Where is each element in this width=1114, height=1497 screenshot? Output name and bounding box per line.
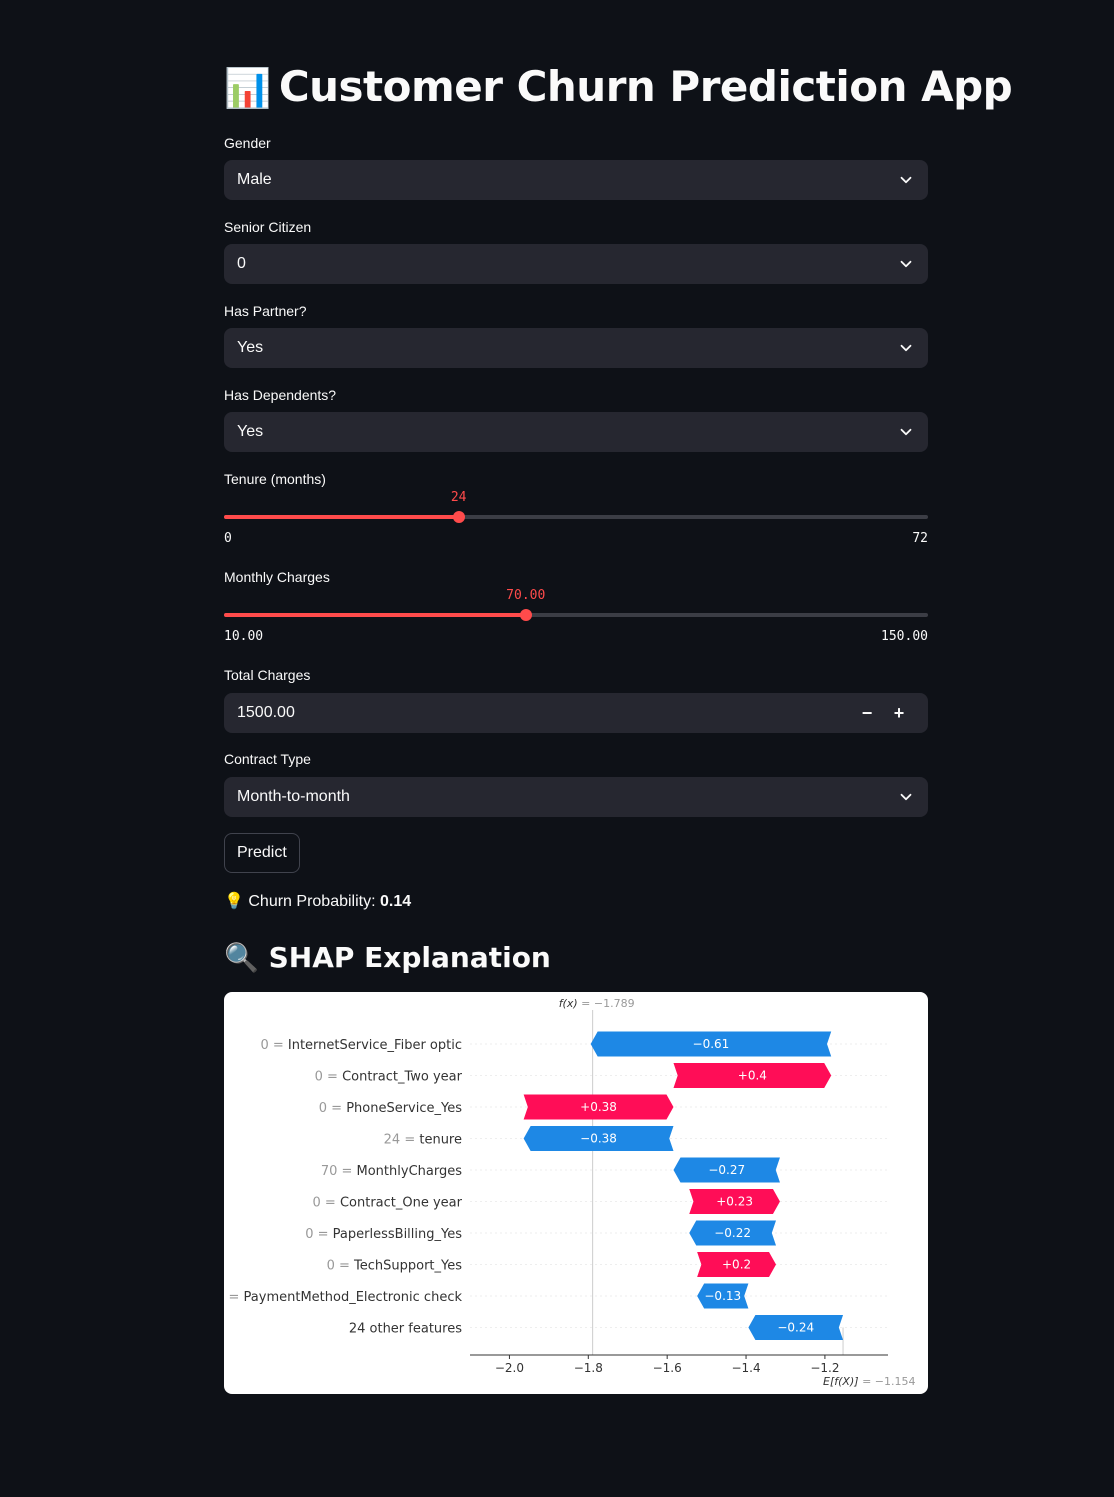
- gender-value: Male: [237, 171, 272, 188]
- tenure-label: Tenure (months): [224, 471, 326, 487]
- gender-label: Gender: [224, 135, 271, 151]
- x-tick-label: −1.2: [810, 1361, 839, 1375]
- gender-select[interactable]: Male: [224, 160, 928, 200]
- shap-value-label: +0.4: [738, 1069, 767, 1083]
- chevron-down-icon: [900, 176, 912, 184]
- fx-label: f(x) = −1.789: [559, 997, 635, 1010]
- feature-label: 0 = Contract_One year: [313, 1196, 463, 1211]
- partner-label: Has Partner?: [224, 303, 307, 319]
- churn-result-label: Churn Probability:: [248, 893, 376, 910]
- monthly-charges-label: Monthly Charges: [224, 569, 330, 585]
- total-charges-label: Total Charges: [224, 667, 311, 683]
- shap-value-label: +0.23: [716, 1195, 753, 1209]
- contract-type-value: Month-to-month: [237, 788, 350, 805]
- predict-button[interactable]: Predict: [224, 833, 300, 873]
- base-value-label: E[f(X)] = −1.154: [823, 1375, 915, 1388]
- slider-fill: [224, 515, 459, 519]
- tenure-min: 0: [224, 531, 232, 546]
- partner-select[interactable]: Yes: [224, 328, 928, 368]
- dependents-value: Yes: [237, 423, 264, 440]
- magnifier-icon: 🔍: [224, 941, 259, 974]
- x-tick-label: −1.4: [731, 1361, 760, 1375]
- page-title: 📊 Customer Churn Prediction App: [224, 62, 1013, 111]
- monthly-charges-max: 150.00: [881, 629, 928, 644]
- slider-thumb[interactable]: [519, 609, 532, 621]
- contract-type-select[interactable]: Month-to-month: [224, 777, 928, 817]
- shap-heading-text: SHAP Explanation: [268, 941, 551, 974]
- contract-type-label: Contract Type: [224, 751, 311, 767]
- shap-value-label: −0.13: [704, 1289, 741, 1303]
- increment-button[interactable]: +: [883, 703, 915, 724]
- shap-value-label: −0.24: [777, 1321, 814, 1335]
- feature-label: 0 = PhoneService_Yes: [319, 1101, 462, 1116]
- chevron-down-icon: [900, 344, 912, 352]
- total-charges-value[interactable]: 1500.00: [237, 704, 851, 722]
- feature-label: 0 = InternetService_Fiber optic: [260, 1038, 462, 1053]
- x-tick-label: −1.6: [653, 1361, 682, 1375]
- chevron-down-icon: [900, 793, 912, 801]
- shap-value-label: −0.22: [714, 1226, 751, 1240]
- feature-label: 0 = PaperlessBilling_Yes: [305, 1227, 462, 1242]
- feature-label: 24 other features: [349, 1322, 462, 1337]
- shap-heading: 🔍 SHAP Explanation: [224, 941, 551, 974]
- shap-waterfall-svg: −0.61 0 = InternetService_Fiber optic +0.4…: [224, 997, 915, 1388]
- tenure-current-value: 24: [450, 490, 467, 505]
- senior-citizen-value: 0: [237, 255, 246, 272]
- dependents-label: Has Dependents?: [224, 387, 337, 403]
- total-charges-input[interactable]: 1500.00 − +: [224, 693, 928, 733]
- shap-value-label: −0.38: [580, 1132, 617, 1146]
- feature-label: 24 = tenure: [384, 1133, 462, 1148]
- x-tick-label: −1.8: [574, 1361, 603, 1375]
- tenure-slider[interactable]: 24: [224, 490, 928, 575]
- feature-label: 0 = PaymentMethod_Electronic check: [224, 1290, 462, 1305]
- senior-citizen-select[interactable]: 0: [224, 244, 928, 284]
- chevron-down-icon: [900, 260, 912, 268]
- shap-value-label: −0.27: [708, 1163, 745, 1177]
- page-title-text: Customer Churn Prediction App: [278, 62, 1013, 111]
- dependents-select[interactable]: Yes: [224, 412, 928, 452]
- monthly-charges-min: 10.00: [224, 629, 264, 644]
- monthly-charges-current-value: 70.00: [506, 588, 546, 603]
- shap-value-label: −0.61: [693, 1037, 730, 1051]
- monthly-charges-slider[interactable]: 70.00: [224, 588, 928, 673]
- churn-probability-value: 0.14: [380, 893, 412, 910]
- senior-citizen-label: Senior Citizen: [224, 219, 312, 235]
- churn-result: 💡 Churn Probability: 0.14: [224, 891, 411, 911]
- x-tick-label: −2.0: [495, 1361, 524, 1375]
- shap-value-label: +0.38: [580, 1100, 617, 1114]
- shap-waterfall-plot: −0.61 0 = InternetService_Fiber optic +0.4…: [224, 992, 928, 1394]
- feature-label: 0 = TechSupport_Yes: [327, 1259, 463, 1274]
- lightbulb-icon: 💡: [224, 893, 244, 910]
- slider-thumb[interactable]: [452, 511, 465, 523]
- tenure-max: 72: [912, 531, 928, 546]
- shap-value-label: +0.2: [722, 1258, 751, 1272]
- partner-value: Yes: [237, 339, 264, 356]
- bar-chart-icon: 📊: [224, 66, 271, 110]
- chevron-down-icon: [900, 428, 912, 436]
- feature-label: 70 = MonthlyCharges: [321, 1164, 462, 1179]
- decrement-button[interactable]: −: [851, 703, 883, 724]
- feature-label: 0 = Contract_Two year: [315, 1070, 463, 1085]
- slider-fill: [224, 613, 526, 617]
